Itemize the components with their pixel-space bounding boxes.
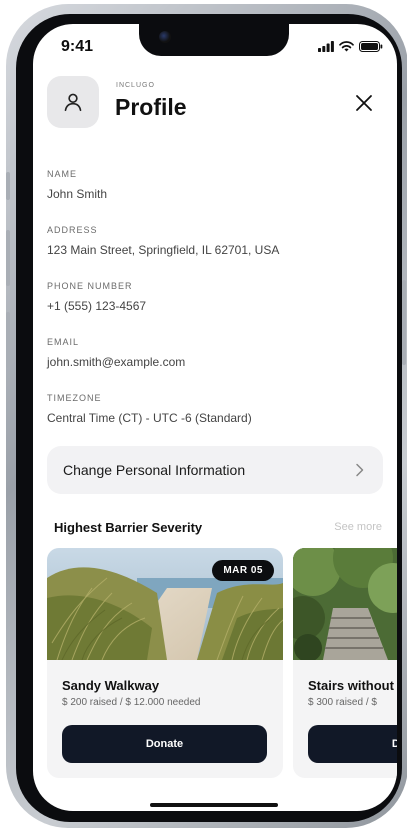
- field-phone: PHONE NUMBER +1 (555) 123-4567: [47, 281, 146, 313]
- battery-icon: [359, 41, 383, 52]
- field-label: NAME: [47, 169, 78, 179]
- card-title: Stairs without: [308, 678, 394, 693]
- field-value: John Smith: [47, 187, 108, 201]
- close-button[interactable]: [353, 92, 375, 114]
- phone-side-button: [6, 172, 10, 200]
- section-title: Highest Barrier Severity: [54, 520, 203, 535]
- field-value: john.smith@example.com: [47, 355, 186, 369]
- wifi-icon: [339, 41, 354, 52]
- camera: [159, 31, 171, 43]
- field-value: 123 Main Street, Springfield, IL 62701, …: [47, 243, 280, 257]
- barrier-card[interactable]: Stairs without $ 300 raised / $ Donate: [293, 548, 397, 778]
- change-personal-info-label: Change Personal Information: [63, 462, 246, 478]
- change-personal-info-button[interactable]: Change Personal Information: [47, 446, 383, 494]
- card-funding: $ 200 raised / $ 12.000 needed: [62, 697, 201, 708]
- notch: [139, 24, 289, 56]
- status-time: 9:41: [61, 38, 94, 55]
- home-indicator[interactable]: [150, 803, 278, 807]
- brand-label: INCLUGO: [116, 82, 155, 89]
- field-label: EMAIL: [47, 337, 80, 347]
- card-funding: $ 300 raised / $: [308, 697, 377, 708]
- see-more-link[interactable]: See more: [334, 521, 382, 533]
- field-label: PHONE NUMBER: [47, 281, 133, 291]
- app-screen: 9:41 INCLUGO Profile NAME John Smith ADD…: [33, 24, 397, 811]
- donate-button[interactable]: Donate: [308, 725, 397, 763]
- field-name: NAME John Smith: [47, 169, 107, 201]
- phone-power-button: [402, 280, 406, 365]
- field-label: TIMEZONE: [47, 393, 102, 403]
- field-value: +1 (555) 123-4567: [47, 299, 147, 313]
- phone-volume-down: [6, 312, 10, 368]
- phone-volume-up: [6, 230, 10, 286]
- field-label: ADDRESS: [47, 225, 98, 235]
- close-icon: [356, 95, 372, 111]
- date-badge: MAR 05: [212, 560, 274, 581]
- user-icon: [64, 93, 82, 112]
- field-value: Central Time (CT) - UTC -6 (Standard): [47, 411, 252, 425]
- field-address: ADDRESS 123 Main Street, Springfield, IL…: [47, 225, 279, 257]
- signal-icon: [318, 41, 334, 52]
- chevron-right-icon: [356, 463, 364, 477]
- card-image-stairs: [293, 548, 397, 660]
- field-email: EMAIL john.smith@example.com: [47, 337, 185, 369]
- barrier-card[interactable]: MAR 05 Sandy Walkway $ 200 raised / $ 12…: [47, 548, 283, 778]
- donate-button[interactable]: Donate: [62, 725, 267, 763]
- page-title: Profile: [115, 94, 187, 120]
- status-icons: [318, 41, 383, 52]
- avatar[interactable]: [47, 76, 99, 128]
- field-timezone: TIMEZONE Central Time (CT) - UTC -6 (Sta…: [47, 393, 252, 425]
- card-image-beach-grass: MAR 05: [47, 548, 283, 660]
- card-title: Sandy Walkway: [62, 678, 160, 693]
